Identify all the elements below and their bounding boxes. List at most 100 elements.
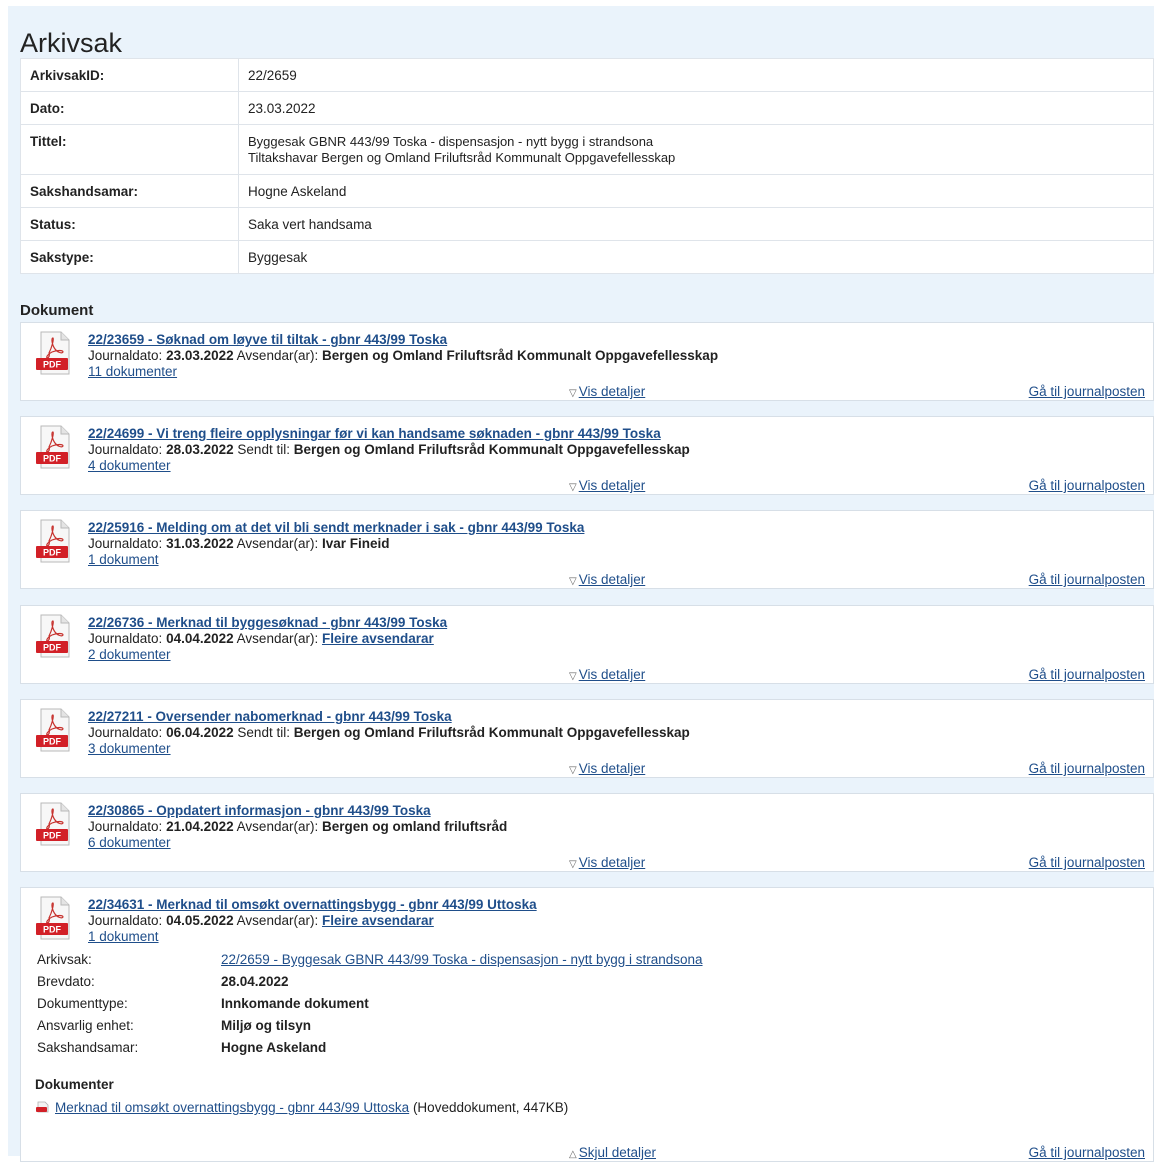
arkivsak-panel: Arkivsak ArkivsakID: 22/2659 Dato: 23.03.20… [8, 6, 1154, 1162]
go-to-journal-link[interactable]: Gå til journalposten [1029, 384, 1145, 399]
pdf-icon[interactable]: PDF [35, 519, 73, 563]
document-meta: Journaldato: 06.04.2022 Sendt til: Berge… [88, 725, 690, 740]
document-count-link[interactable]: 2 dokumenter [88, 647, 171, 662]
show-details-toggle[interactable]: ▽ Vis detaljer [569, 855, 645, 870]
document-title-link[interactable]: 22/23659 - Søknad om løyve til tiltak - … [88, 332, 447, 347]
pdf-icon[interactable]: PDF [35, 614, 73, 658]
document-card: PDF 22/23659 - Søknad om løyve til tilta… [20, 322, 1154, 401]
toggle-label: Vis detaljer [578, 761, 646, 776]
detail-label: Sakshandsamar: [37, 1040, 139, 1055]
party-name: Bergen og Omland Friluftsråd Kommunalt O… [293, 725, 690, 740]
info-label: Status: [20, 207, 239, 241]
info-value: Hogne Askeland [238, 174, 1154, 208]
file-link[interactable]: Merknad til omsøkt overnattingsbygg - gb… [55, 1100, 409, 1115]
pdf-icon[interactable]: PDF [35, 802, 73, 846]
document-count-link[interactable]: 1 dokument [88, 552, 159, 567]
info-value: 23.03.2022 [238, 91, 1154, 125]
info-value: Byggesak GBNR 443/99 Toska - dispensasjo… [238, 124, 1154, 175]
document-meta: Journaldato: 23.03.2022 Avsendar(ar): Be… [88, 348, 718, 363]
detail-label: Ansvarlig enhet: [37, 1018, 134, 1033]
toggle-label: Vis detaljer [578, 855, 646, 870]
svg-text:PDF: PDF [43, 548, 62, 558]
info-value: Byggesak [238, 240, 1154, 274]
journal-date-label: Journaldato: [88, 819, 163, 834]
documents-heading: Dokument [20, 302, 94, 319]
go-to-journal-link[interactable]: Gå til journalposten [1029, 855, 1145, 870]
info-value-line: 23.03.2022 [248, 101, 316, 116]
document-count-link[interactable]: 1 dokument [88, 929, 159, 944]
journal-date-label: Journaldato: [88, 913, 163, 928]
hide-details-toggle[interactable]: △ Skjul detaljer [569, 1145, 656, 1160]
document-title-link[interactable]: 22/26736 - Merknad til byggesøknad - gbn… [88, 615, 447, 630]
party-link[interactable]: Fleire avsendarar [322, 913, 434, 928]
document-meta: Journaldato: 28.03.2022 Sendt til: Berge… [88, 442, 690, 457]
document-meta: Journaldato: 21.04.2022 Avsendar(ar): Be… [88, 819, 507, 834]
show-details-toggle[interactable]: ▽ Vis detaljer [569, 761, 645, 776]
info-value: Saka vert handsama [238, 207, 1154, 241]
document-title-link[interactable]: 22/34631 - Merknad til omsøkt overnattin… [88, 897, 537, 912]
pdf-icon[interactable]: PDF [35, 896, 73, 940]
document-title-link[interactable]: 22/24699 - Vi treng fleire opplysningar … [88, 426, 661, 441]
document-count-link[interactable]: 6 dokumenter [88, 835, 171, 850]
info-value: 22/2659 [238, 58, 1154, 92]
show-details-toggle[interactable]: ▽ Vis detaljer [569, 667, 645, 682]
pdf-icon[interactable]: PDF [35, 425, 73, 469]
info-label: Tittel: [20, 124, 239, 175]
show-details-toggle[interactable]: ▽ Vis detaljer [569, 478, 645, 493]
document-card: PDF 22/27211 - Oversender nabomerknad - … [20, 699, 1154, 778]
info-value-line: Hogne Askeland [248, 184, 347, 199]
info-row: Tittel: Byggesak GBNR 443/99 Toska - disp… [20, 124, 1154, 175]
svg-text:PDF: PDF [43, 454, 62, 464]
pdf-icon[interactable]: PDF [35, 708, 73, 752]
document-meta: Journaldato: 04.04.2022 Avsendar(ar): Fl… [88, 631, 434, 646]
document-card: PDF 22/24699 - Vi treng fleire opplysnin… [20, 416, 1154, 495]
document-card: PDF 22/26736 - Merknad til byggesøknad -… [20, 605, 1154, 684]
document-title-link[interactable]: 22/27211 - Oversender nabomerknad - gbnr… [88, 709, 452, 724]
document-title-link[interactable]: 22/25916 - Melding om at det vil bli sen… [88, 520, 584, 535]
show-details-toggle[interactable]: ▽ Vis detaljer [569, 384, 645, 399]
journal-date-label: Journaldato: [88, 725, 163, 740]
triangle-down-icon: ▽ [569, 388, 577, 399]
party-label: Sendt til: [237, 442, 290, 457]
info-label: ArkivsakID: [20, 58, 239, 92]
party-label: Sendt til: [237, 725, 290, 740]
go-to-journal-link[interactable]: Gå til journalposten [1029, 572, 1145, 587]
detail-value: 28.04.2022 [221, 974, 289, 989]
dokumenter-heading: Dokumenter [35, 1077, 114, 1092]
go-to-journal-link[interactable]: Gå til journalposten [1029, 1145, 1145, 1160]
party-link[interactable]: Fleire avsendarar [322, 631, 434, 646]
document-count-link[interactable]: 11 dokumenter [88, 364, 177, 379]
go-to-journal-link[interactable]: Gå til journalposten [1029, 761, 1145, 776]
document-count-link[interactable]: 4 dokumenter [88, 458, 171, 473]
file-row: Merknad til omsøkt overnattingsbygg - gb… [35, 1100, 568, 1115]
triangle-down-icon: ▽ [569, 671, 577, 682]
pdf-icon[interactable]: PDF [35, 331, 73, 375]
party-label: Avsendar(ar): [236, 631, 319, 646]
party-name: Ivar Fineid [321, 536, 390, 551]
toggle-label: Skjul detaljer [578, 1145, 656, 1160]
party-label: Avsendar(ar): [236, 913, 319, 928]
go-to-journal-link[interactable]: Gå til journalposten [1029, 667, 1145, 682]
journal-date: 06.04.2022 [166, 725, 234, 740]
go-to-journal-link[interactable]: Gå til journalposten [1029, 478, 1145, 493]
toggle-label: Vis detaljer [578, 572, 646, 587]
document-count-link[interactable]: 3 dokumenter [88, 741, 171, 756]
toggle-label: Vis detaljer [578, 384, 646, 399]
triangle-down-icon: ▽ [569, 765, 577, 776]
detail-label: Brevdato: [37, 974, 95, 989]
info-label: Sakshandsamar: [20, 174, 239, 208]
file-meta: (Hoveddokument, 447KB) [412, 1100, 569, 1115]
document-card: PDF 22/30865 - Oppdatert informasjon - g… [20, 793, 1154, 872]
triangle-down-icon: ▽ [569, 482, 577, 493]
svg-text:PDF: PDF [43, 643, 62, 653]
detail-value: Innkomande dokument [221, 996, 369, 1011]
journal-date: 28.03.2022 [166, 442, 234, 457]
svg-text:PDF: PDF [43, 831, 62, 841]
document-title-link[interactable]: 22/30865 - Oppdatert informasjon - gbnr … [88, 803, 431, 818]
show-details-toggle[interactable]: ▽ Vis detaljer [569, 572, 645, 587]
journal-date-label: Journaldato: [88, 442, 163, 457]
svg-text:PDF: PDF [43, 360, 62, 370]
document-card: PDF 22/25916 - Melding om at det vil bli… [20, 510, 1154, 589]
document-meta: Journaldato: 31.03.2022 Avsendar(ar): Iv… [88, 536, 390, 551]
arkivsak-link[interactable]: 22/2659 - Byggesak GBNR 443/99 Toska - d… [221, 952, 703, 967]
